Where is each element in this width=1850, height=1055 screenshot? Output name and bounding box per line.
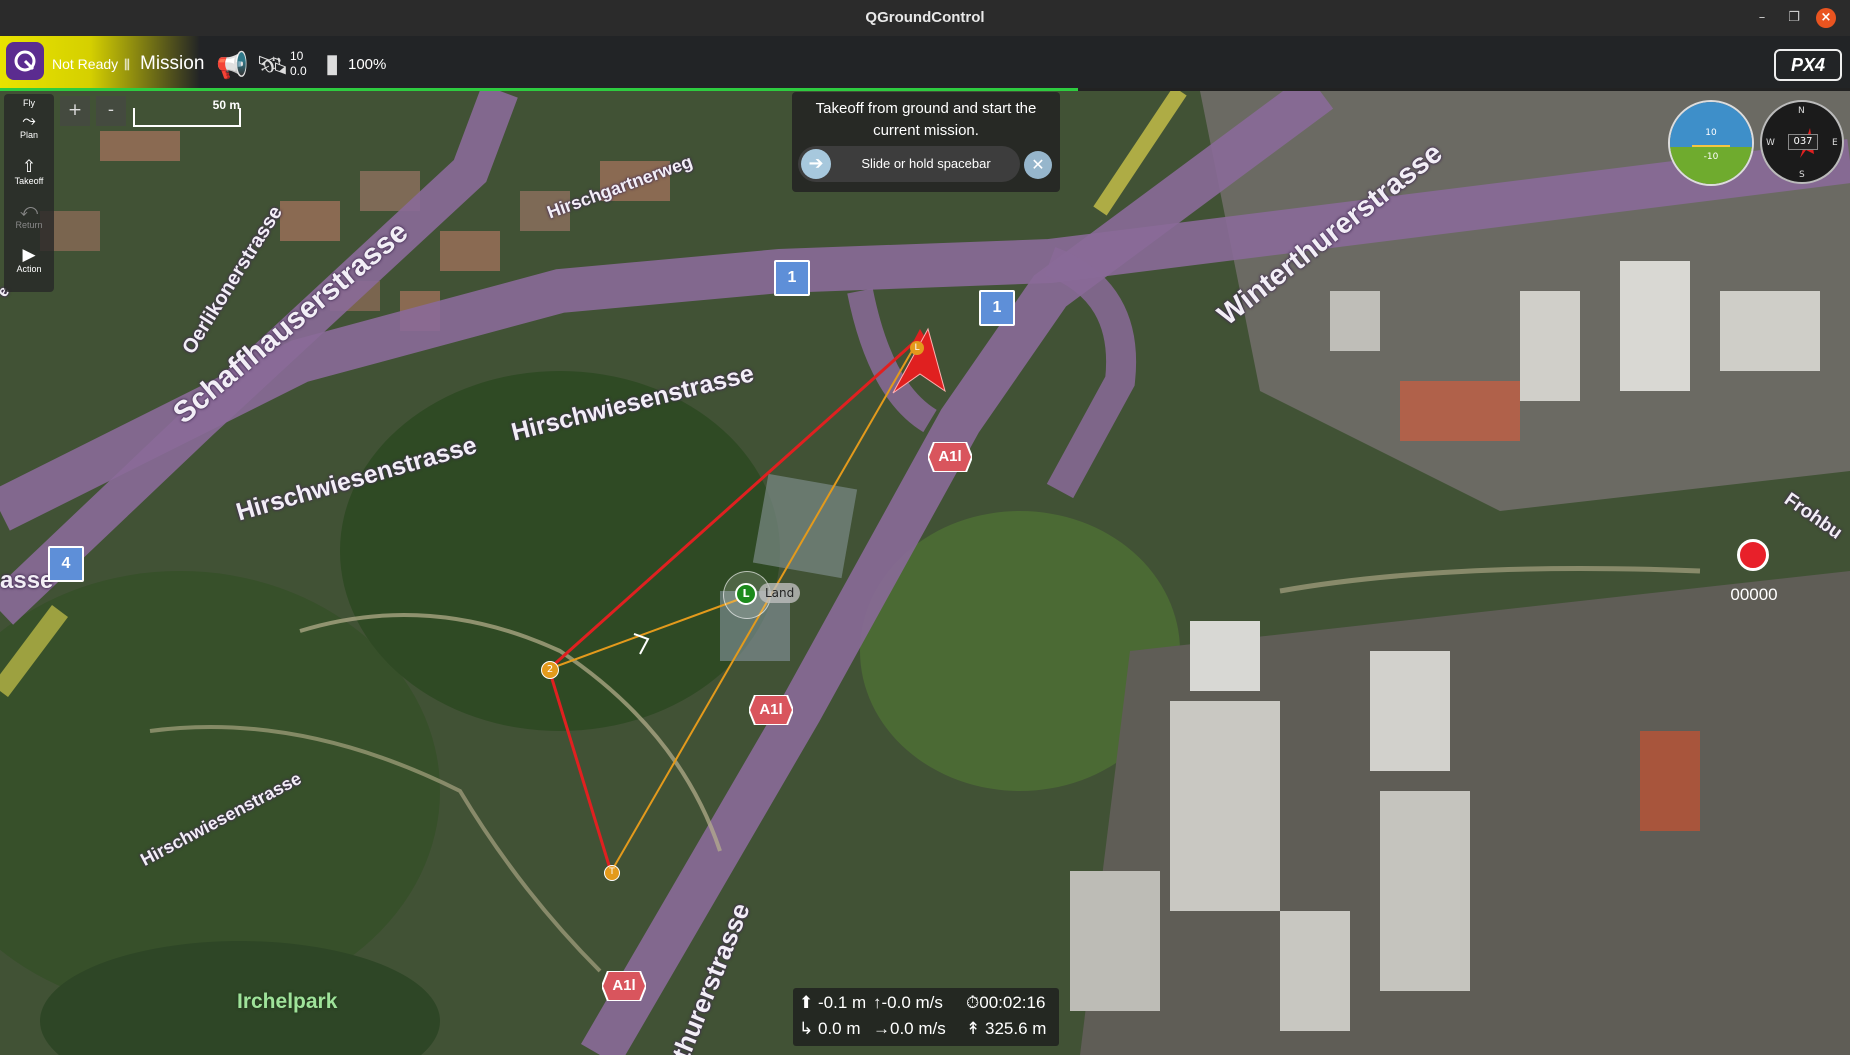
slider-text: Slide or hold spacebar: [861, 156, 991, 171]
battery-icon[interactable]: ▮: [325, 48, 339, 79]
road-label-asse: asse: [0, 567, 54, 594]
mission-mode-icon: ⫼: [124, 57, 130, 72]
close-window-icon[interactable]: ×: [1816, 8, 1836, 28]
highway-shield: A1l: [747, 694, 795, 726]
px4-logo: PX4: [1774, 49, 1842, 81]
land-waypoint[interactable]: L Land: [723, 571, 801, 619]
takeoff-message: Takeoff from ground and start the curren…: [815, 100, 1037, 139]
maximize-icon[interactable]: ❐: [1784, 8, 1804, 28]
return-icon: ⤺: [19, 201, 39, 220]
map-view[interactable]: Hirschgartnerweg Oerlikonerstrasse Schaf…: [0, 91, 1850, 1055]
hdop-value: 0.0: [290, 64, 307, 78]
tool-return[interactable]: ⤺ Return: [4, 201, 54, 231]
satellite-count: 10: [290, 49, 304, 63]
tool-action[interactable]: ▶ Action: [4, 245, 54, 275]
telemetry-panel: ⬆ -0.1 m ↑-0.0 m/s ⏱00:02:16 ↳ 0.0 m →0.…: [793, 988, 1059, 1046]
altitude-readout: ⬆ -0.1 m: [799, 993, 867, 1012]
tool-plan[interactable]: ⤳ Plan: [4, 111, 54, 141]
minimize-icon[interactable]: –: [1752, 8, 1772, 28]
takeoff-slider[interactable]: ➔ Slide or hold spacebar: [798, 146, 1020, 182]
highway-shield: A1l: [926, 441, 974, 473]
vertical-speed-icon: ↑: [873, 993, 882, 1012]
takeoff-confirm-panel: Takeoff from ground and start the curren…: [792, 92, 1060, 192]
route-shield: 4: [48, 546, 84, 582]
park-label: Irchelpark: [237, 990, 338, 1013]
waypoint-2[interactable]: 2: [541, 661, 559, 679]
megaphone-icon[interactable]: 📢: [216, 50, 248, 81]
land-label: Land: [759, 583, 801, 603]
compass-indicator: N E S W 037: [1760, 100, 1844, 184]
distance-icon: ↳: [799, 1019, 814, 1038]
takeoff-icon: ⇧: [21, 157, 37, 176]
distance-readout: ↳ 0.0 m: [799, 1019, 861, 1038]
heading-value: 037: [1788, 134, 1818, 150]
land-marker: L: [735, 583, 757, 605]
recording-counter: 00000: [1730, 585, 1778, 604]
satellite-icon[interactable]: 🛰: [256, 50, 289, 81]
highway-shield: A1l: [600, 970, 648, 1002]
qgc-logo-icon[interactable]: [6, 42, 44, 80]
attitude-indicator: 10 -10: [1668, 100, 1754, 186]
slider-arrow-icon[interactable]: ➔: [801, 149, 831, 179]
satellite-map-imagery: [0, 91, 1850, 1055]
vertical-speed-readout: ↑-0.0 m/s: [873, 993, 943, 1012]
vehicle-land-marker: L: [910, 341, 924, 355]
tool-fly[interactable]: Fly: [4, 98, 54, 108]
takeoff-waypoint[interactable]: T: [604, 865, 620, 881]
altitude-icon: ⬆: [799, 993, 814, 1012]
zoom-in-button[interactable]: +: [60, 96, 90, 126]
flight-time-readout: ⏱00:02:16: [966, 993, 1046, 1012]
window-titlebar: QGroundControl – ❐ ×: [0, 0, 1850, 37]
cancel-takeoff-icon[interactable]: ✕: [1024, 151, 1052, 179]
zoom-out-button[interactable]: -: [96, 96, 126, 126]
window-title: QGroundControl: [865, 9, 985, 26]
record-button[interactable]: [1737, 539, 1769, 571]
vehicle-status[interactable]: Not Ready: [52, 56, 118, 72]
route-shield: 1: [774, 260, 810, 296]
ground-speed-readout: →0.0 m/s: [873, 1019, 946, 1038]
tool-takeoff[interactable]: ⇧ Takeoff: [4, 157, 54, 187]
route-shield: 1: [979, 290, 1015, 326]
home-distance-readout: ↟ 325.6 m: [966, 1019, 1047, 1038]
flight-mode[interactable]: Mission: [140, 53, 204, 75]
plan-icon: ⤳: [22, 111, 36, 130]
battery-percent: 100%: [348, 56, 387, 73]
ground-speed-icon: →: [873, 1019, 890, 1038]
timer-icon: ⏱: [966, 993, 980, 1012]
action-icon: ▶: [22, 245, 36, 264]
home-distance-icon: ↟: [966, 1019, 981, 1038]
map-scale: 50 m: [132, 96, 242, 128]
tool-strip: Fly ⤳ Plan ⇧ Takeoff ⤺ Return ▶ Action: [4, 94, 54, 292]
